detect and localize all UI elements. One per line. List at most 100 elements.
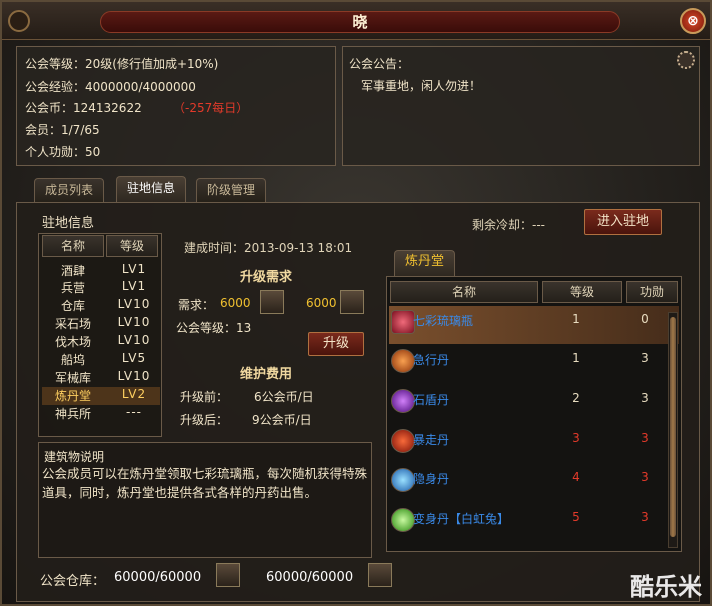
station-heading: 驻地信息 [42,216,95,231]
scrollbar-thumb[interactable] [670,317,676,537]
building-row[interactable]: 酒肆 LV1 [42,262,160,280]
building-level: LV10 [117,315,151,329]
after-label: 升级后： [180,413,229,427]
close-button[interactable]: ⊗ [680,8,706,34]
tab-pill-hall[interactable]: 炼丹堂 [394,250,456,276]
building-row[interactable]: 伐木场 LV10 [42,333,160,351]
before-value: 6公会币/日 [254,390,314,404]
description-text: 公会成员可以在炼丹堂领取七彩琉璃瓶，每次随机获得特殊道具，同时，炼丹堂也提供各式… [42,466,368,500]
pill-level: 1 [572,351,580,365]
pill-list-scrollbar[interactable] [668,312,678,548]
pill-name: 隐身丹 [413,472,450,486]
pill-level: 4 [572,470,580,484]
pill-merit: 3 [641,510,649,524]
enter-station-button[interactable]: 进入驻地 [584,209,662,235]
building-name: 仓库 [60,299,85,313]
col-header-name: 名称 [42,235,104,257]
guild-coin-daily: （-257每日） [173,101,249,115]
need-label: 需求： [178,298,215,312]
pill-name: 七彩琉璃瓶 [413,314,474,328]
tab-member-list[interactable]: 成员列表 [34,178,105,202]
building-row[interactable]: 仓库 LV10 [42,297,160,315]
building-row[interactable]: 兵营 LV1 [42,279,160,297]
settings-gear-icon[interactable] [677,51,695,69]
building-level: LV10 [117,297,151,311]
pill-col-level: 等级 [542,281,622,303]
building-level: --- [126,405,142,419]
title-ornament-icon [8,10,30,32]
site-watermark: 酷乐米 [630,573,702,601]
orange-pill-icon [391,349,415,373]
building-row[interactable]: 采石场 LV10 [42,315,160,333]
pill-level: 5 [572,510,580,524]
warehouse-label: 公会仓库： [40,574,106,589]
guild-level-text: 公会等级：20级(修行值加成+10%) [25,57,219,71]
title-bar[interactable]: 晓 ⊗ [2,2,710,40]
pill-merit: 3 [641,351,649,365]
pill-col-merit: 功勋 [626,281,678,303]
building-row[interactable]: 船坞 LV5 [42,351,160,369]
pill-row[interactable]: 暴走丹 3 3 [389,425,679,463]
pill-merit: 3 [641,470,649,484]
building-name: 炼丹堂 [54,389,91,403]
stone-resource-icon [260,290,284,314]
before-label: 升级前： [180,390,229,404]
building-row[interactable]: 神兵所 --- [42,405,160,423]
pill-row-selected[interactable]: 七彩琉璃瓶 1 0 [389,306,679,344]
blue-pill-icon [391,468,415,492]
pill-level: 2 [572,391,580,405]
built-time-text: 建成时间：2013-09-13 18:01 [184,241,353,255]
tab-station-info[interactable]: 驻地信息 [116,176,187,202]
cooldown-text: 剩余冷却：--- [472,218,545,232]
guild-window: 晓 ⊗ 公会等级：20级(修行值加成+10%) 公会经验：4000000/400… [0,0,712,606]
pill-name: 变身丹【白虹兔】 [413,512,510,526]
guild-exp-text: 公会经验：4000000/4000000 [25,80,196,94]
building-row[interactable]: 军械库 LV10 [42,369,160,387]
description-title: 建筑物说明 [44,450,105,464]
building-level: LV1 [121,262,147,276]
pill-level: 1 [572,312,580,326]
pill-merit: 0 [641,312,649,326]
building-row-selected[interactable]: 炼丹堂 LV2 [42,387,160,405]
warehouse-wood-value: 60000/60000 [266,570,354,585]
building-name: 兵营 [60,281,85,295]
building-level: LV10 [117,369,151,383]
building-name: 酒肆 [60,264,85,278]
pill-name: 暴走丹 [413,433,450,447]
purple-pill-icon [391,389,415,413]
building-name: 采石场 [54,317,91,331]
personal-merit-text: 个人功勋：50 [25,145,101,159]
guild-members-text: 会员：1/7/65 [25,123,100,137]
building-name: 军械库 [54,371,91,385]
pill-row[interactable]: 急行丹 1 3 [389,345,679,383]
building-level: LV1 [121,279,147,293]
after-value: 9公会币/日 [252,413,312,427]
window-title: 晓 [100,11,620,33]
notice-text[interactable]: 军事重地，闲人勿进！ [361,77,481,94]
upgrade-button[interactable]: 升级 [308,332,364,356]
building-level: LV2 [121,387,147,401]
green-pill-icon [391,508,415,532]
upgrade-title: 升级需求 [240,270,293,285]
building-name: 神兵所 [54,407,91,421]
bottle-icon [391,310,415,334]
pill-row[interactable]: 隐身丹 4 3 [389,464,679,502]
building-level: LV10 [117,333,151,347]
pill-row[interactable]: 石盾丹 2 3 [389,385,679,423]
building-level: LV5 [121,351,147,365]
need-value-2: 6000 [306,296,337,310]
maintain-title: 维护费用 [240,367,293,382]
pill-level: 3 [572,431,580,445]
warehouse-stone-value: 60000/60000 [114,570,202,585]
pill-name: 急行丹 [413,353,450,367]
pill-row[interactable]: 变身丹【白虹兔】 5 3 [389,504,679,542]
building-name: 伐木场 [54,335,91,349]
pill-merit: 3 [641,431,649,445]
guild-info-panel: 公会等级：20级(修行值加成+10%) 公会经验：4000000/4000000… [16,46,336,166]
tab-rank-management[interactable]: 阶级管理 [196,178,267,202]
pill-name: 石盾丹 [413,393,450,407]
need-value-1: 6000 [220,296,251,310]
guild-coin-text: 公会币：124132622 [25,101,142,115]
building-name: 船坞 [60,353,85,367]
pill-col-name: 名称 [390,281,538,303]
